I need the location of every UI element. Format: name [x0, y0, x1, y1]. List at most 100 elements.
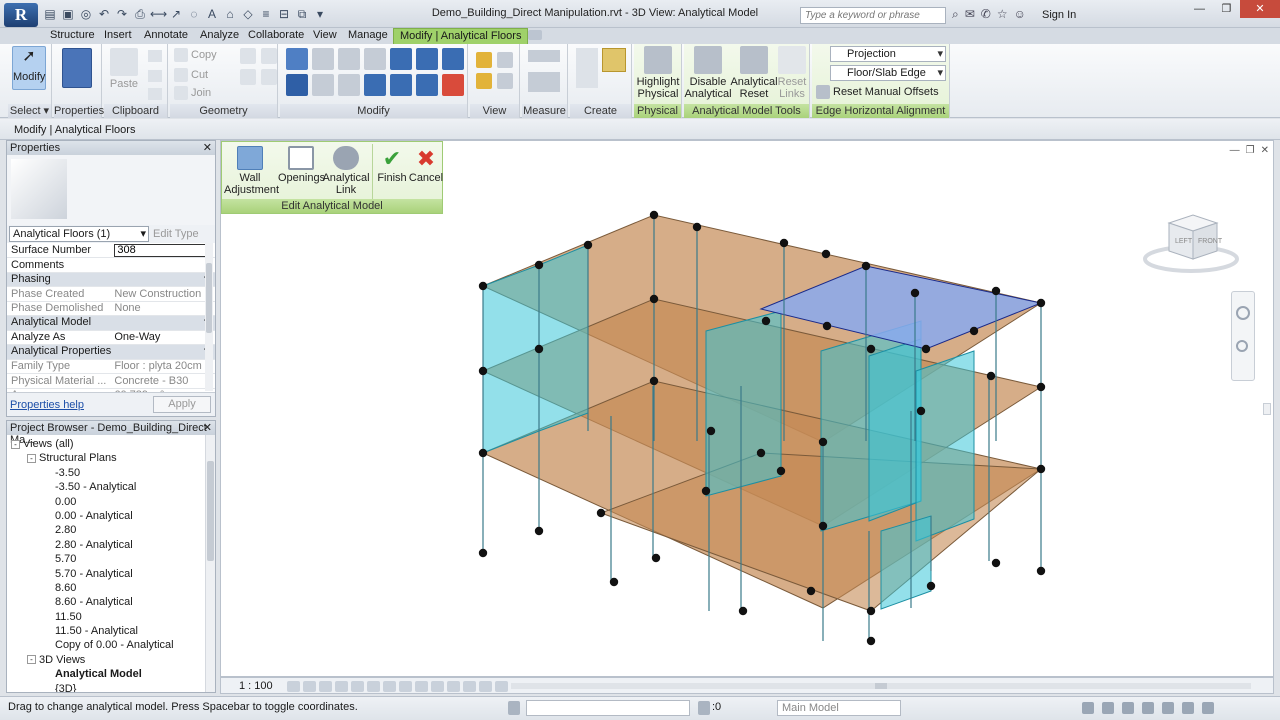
- offset-icon[interactable]: [312, 48, 334, 70]
- filter-icon[interactable]: [1202, 702, 1214, 714]
- scissors-icon[interactable]: [148, 70, 162, 82]
- create-group-icon[interactable]: [602, 48, 626, 72]
- save-icon[interactable]: ▣: [60, 6, 76, 22]
- tree-item[interactable]: 2.80: [7, 523, 215, 537]
- paste-button[interactable]: Paste: [108, 48, 140, 90]
- align-icon[interactable]: [286, 48, 308, 70]
- copy-icon[interactable]: [312, 74, 334, 96]
- drag-on-selection-icon[interactable]: [1162, 702, 1174, 714]
- lightbulb-icon[interactable]: [476, 52, 492, 68]
- collapse-toggle-icon[interactable]: -: [27, 655, 36, 665]
- redo-icon[interactable]: ↷: [114, 6, 130, 22]
- analytical-node[interactable]: [818, 437, 828, 447]
- visual-style-icon[interactable]: [303, 681, 316, 692]
- select-links-icon[interactable]: [1082, 702, 1094, 714]
- analytical-node[interactable]: [986, 371, 996, 381]
- projection-dropdown[interactable]: Projection: [830, 46, 946, 62]
- split-face-icon[interactable]: [261, 48, 277, 64]
- collapse-toggle-icon[interactable]: -: [27, 453, 36, 463]
- analytical-node[interactable]: [916, 406, 926, 416]
- analytical-node[interactable]: [701, 486, 711, 496]
- restore-icon[interactable]: ❐: [1213, 0, 1240, 18]
- background-processes-icon[interactable]: [1182, 702, 1194, 714]
- analytical-node[interactable]: [756, 448, 766, 458]
- mirror-draw-axis-icon[interactable]: [364, 48, 386, 70]
- print-icon[interactable]: ⎙: [132, 6, 148, 22]
- close-hidden-icon[interactable]: ⊟: [276, 6, 292, 22]
- drawing-area[interactable]: Wall Adjustment Openings Analytical Link…: [220, 140, 1274, 677]
- edit-type-button[interactable]: Edit Type: [153, 228, 199, 240]
- pin-icon[interactable]: [442, 48, 464, 70]
- design-options-dropdown[interactable]: Main Model: [777, 700, 901, 716]
- analytical-node[interactable]: [534, 526, 544, 536]
- property-value[interactable]: [110, 257, 215, 273]
- tree-item[interactable]: -3D Views: [7, 653, 215, 667]
- steering-wheel-icon[interactable]: [1236, 306, 1250, 320]
- analytical-node[interactable]: [649, 210, 659, 220]
- analytical-node[interactable]: [761, 316, 771, 326]
- analytical-wall[interactable]: [868, 338, 922, 522]
- analytical-wall[interactable]: [705, 310, 782, 497]
- analytical-node[interactable]: [866, 606, 876, 616]
- analytical-node[interactable]: [692, 222, 702, 232]
- analytical-node[interactable]: [478, 548, 488, 558]
- analytical-node[interactable]: [776, 466, 786, 476]
- modify-button[interactable]: ➚ Modify: [12, 46, 46, 90]
- cope-icon[interactable]: [148, 50, 162, 62]
- detail-level-icon[interactable]: [287, 681, 300, 692]
- undo-icon[interactable]: ↶: [96, 6, 112, 22]
- sun-path-icon[interactable]: [319, 681, 332, 692]
- analytical-node[interactable]: [649, 294, 659, 304]
- wall-joins-icon[interactable]: [240, 48, 256, 64]
- analytical-model-3d-view[interactable]: [221, 141, 1275, 678]
- create-assembly-icon[interactable]: [576, 48, 598, 88]
- tab-insert[interactable]: Insert: [98, 28, 138, 44]
- customize-qat-icon[interactable]: ▾: [312, 6, 328, 22]
- default-3d-view-icon[interactable]: ⌂: [222, 6, 238, 22]
- section-icon[interactable]: ◇: [240, 6, 256, 22]
- analytical-node[interactable]: [910, 288, 920, 298]
- active-workset-dropdown[interactable]: [526, 700, 690, 716]
- analytical-node[interactable]: [866, 636, 876, 646]
- analytical-node[interactable]: [651, 553, 661, 563]
- analytical-node[interactable]: [596, 508, 606, 518]
- tree-item[interactable]: 0.00: [7, 495, 215, 509]
- editing-requests-icon[interactable]: [698, 701, 710, 715]
- close-icon[interactable]: ✕: [1240, 0, 1280, 18]
- mirror-pick-axis-icon[interactable]: [338, 48, 360, 70]
- tree-item[interactable]: 2.80 - Analytical: [7, 538, 215, 552]
- application-menu-button[interactable]: R: [4, 3, 38, 27]
- split-icon[interactable]: [390, 48, 412, 70]
- analytical-node[interactable]: [478, 281, 488, 291]
- surface-number-input[interactable]: [114, 243, 209, 257]
- measure-icon[interactable]: ⟷: [150, 6, 167, 22]
- analytical-wall[interactable]: [915, 350, 975, 542]
- select-by-face-icon[interactable]: [1142, 702, 1154, 714]
- reveal-constraints-icon[interactable]: [495, 681, 508, 692]
- tree-item[interactable]: -3.50: [7, 466, 215, 480]
- user-icon[interactable]: ☺: [1014, 7, 1026, 22]
- tree-item[interactable]: Analytical Model: [7, 667, 215, 681]
- analytical-node[interactable]: [1036, 382, 1046, 392]
- tab-analyze[interactable]: Analyze: [194, 28, 245, 44]
- tab-structure[interactable]: Structure: [44, 28, 101, 44]
- analytical-node[interactable]: [609, 577, 619, 587]
- property-group-label[interactable]: Analytical Model⌃: [7, 315, 215, 331]
- reset-links-button[interactable]: Reset Links: [776, 46, 808, 100]
- linework-icon[interactable]: [476, 73, 492, 89]
- cut-button[interactable]: Cut: [174, 68, 208, 82]
- analytical-node[interactable]: [534, 260, 544, 270]
- close-icon[interactable]: ✕: [203, 421, 212, 434]
- viewcube-front-face[interactable]: FRONT: [1198, 238, 1223, 245]
- properties-scrollbar[interactable]: [205, 243, 213, 391]
- tag-icon[interactable]: ◌: [186, 6, 202, 22]
- analytical-node[interactable]: [806, 586, 816, 596]
- floor-slab-edge-dropdown[interactable]: Floor/Slab Edge: [830, 65, 946, 81]
- project-browser-scrollbar[interactable]: [205, 435, 215, 692]
- highlight-displacement-icon[interactable]: [479, 681, 492, 692]
- subscription-icon[interactable]: ✉: [965, 7, 975, 22]
- override-graphics-icon[interactable]: [497, 52, 513, 68]
- communication-icon[interactable]: ✆: [981, 7, 991, 22]
- tree-item[interactable]: 5.70 - Analytical: [7, 567, 215, 581]
- properties-scroll-thumb[interactable]: [206, 263, 212, 333]
